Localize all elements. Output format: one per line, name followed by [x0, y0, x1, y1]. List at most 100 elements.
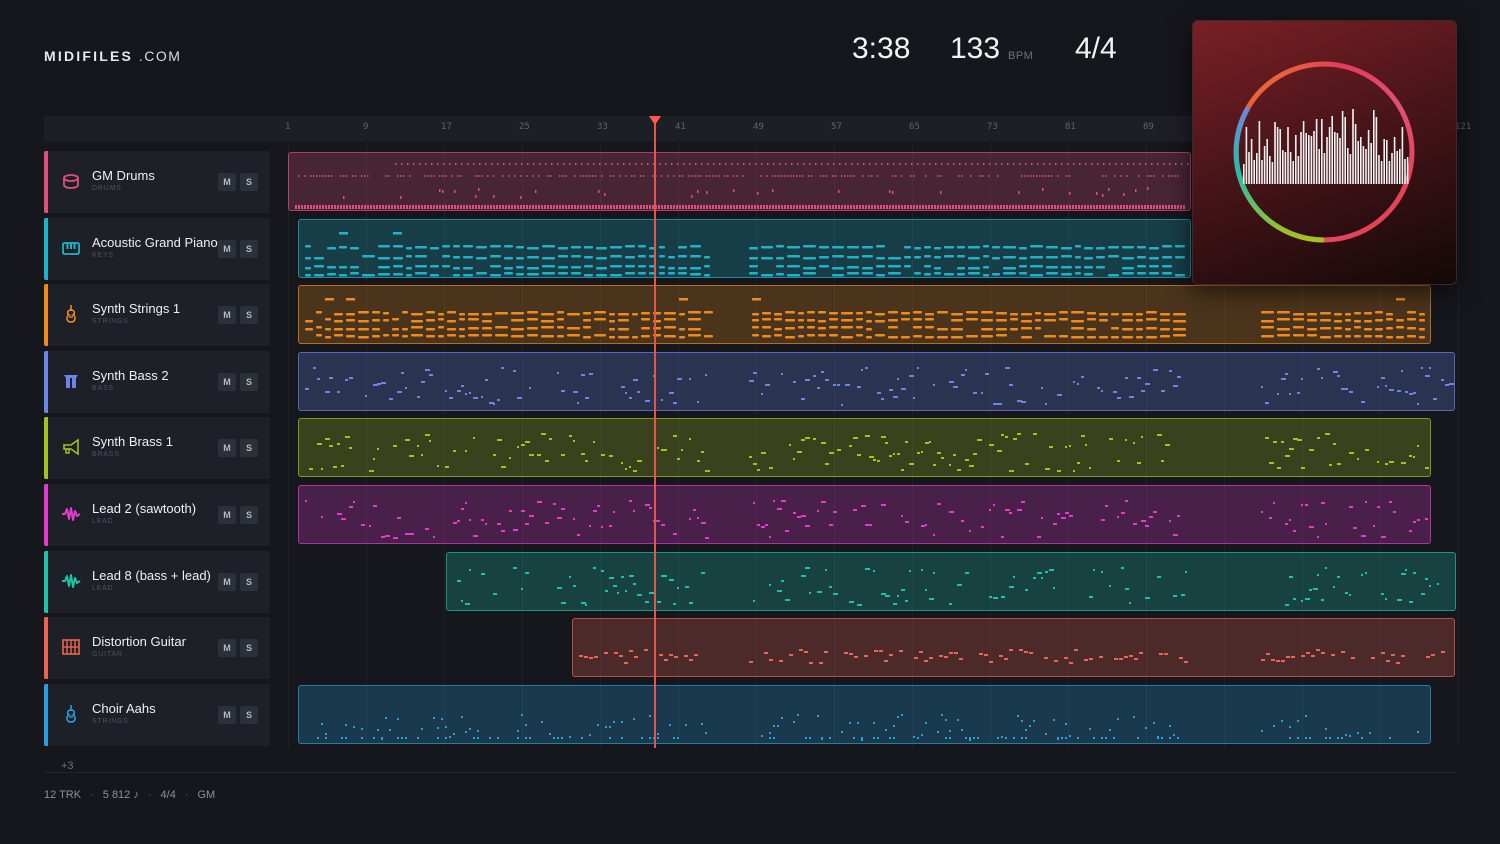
midi-clip[interactable] — [298, 218, 1191, 278]
footer-time-signature: 4/4 — [160, 789, 176, 801]
ruler-tick-label: 1 — [285, 122, 291, 132]
footer-stats: 12 TRK · 5 812 ♪ · 4/4 · GM — [44, 789, 215, 801]
solo-button[interactable]: S — [240, 639, 258, 658]
solo-button[interactable]: S — [240, 306, 258, 325]
track-name[interactable]: Lead 2 (sawtooth) — [92, 501, 196, 516]
track-color-stripe — [44, 550, 48, 613]
midi-clip[interactable] — [298, 684, 1431, 744]
track-header[interactable]: Synth Strings 1 STRINGS M S — [44, 284, 270, 347]
wave-icon — [60, 503, 82, 525]
ruler-tick-label: 89 — [1143, 122, 1154, 132]
track-name[interactable]: Distortion Guitar — [92, 634, 186, 649]
track-category: KEYS — [92, 251, 114, 259]
track-header[interactable]: Synth Bass 2 BASS M S — [44, 350, 270, 413]
time-signature-display: 4/4 — [1075, 32, 1117, 65]
mute-button[interactable]: M — [218, 506, 236, 524]
midi-clip[interactable] — [298, 285, 1431, 345]
time-display: 3:38 — [852, 32, 911, 65]
footer-divider — [44, 772, 1456, 773]
track-header[interactable]: Acoustic Grand Piano KEYS M S — [44, 217, 270, 280]
separator: · — [147, 789, 152, 801]
track-name[interactable]: Synth Bass 2 — [92, 368, 169, 383]
track-color-stripe — [44, 284, 48, 347]
ruler-tick-label: 57 — [831, 122, 842, 132]
note-pattern — [305, 366, 1454, 406]
grid-line — [288, 142, 289, 748]
separator: · — [90, 789, 94, 801]
midi-clip[interactable] — [446, 551, 1456, 611]
track-category: DRUMS — [92, 185, 122, 192]
visualizer-ring — [1233, 61, 1415, 243]
track-category: GUITAR — [92, 651, 123, 659]
grid-line — [1458, 142, 1459, 748]
track-header[interactable]: Lead 2 (sawtooth) LEAD M S — [44, 484, 270, 546]
trumpet-icon — [60, 436, 82, 458]
track-name[interactable]: Acoustic Grand Piano — [92, 235, 218, 250]
mute-button[interactable]: M — [218, 372, 236, 391]
solo-button[interactable]: S — [240, 372, 258, 391]
mute-button[interactable]: M — [218, 572, 236, 591]
guitar-icon — [60, 636, 82, 658]
mute-button[interactable]: M — [218, 173, 236, 191]
ruler-tick-label: 81 — [1065, 122, 1076, 132]
mute-button[interactable]: M — [218, 639, 236, 658]
track-header[interactable]: Synth Brass 1 BRASS M S — [44, 417, 270, 480]
mute-button[interactable]: M — [218, 239, 236, 258]
track-name[interactable]: GM Drums — [92, 168, 155, 183]
note-pattern — [305, 298, 1425, 339]
bpm-display: 133 — [950, 32, 1001, 65]
album-art — [1192, 20, 1457, 285]
track-color-stripe — [44, 151, 48, 213]
violin-icon — [60, 303, 82, 325]
note-pattern — [295, 163, 1189, 209]
separator: · — [184, 789, 189, 801]
note-pattern — [457, 566, 1439, 606]
site-logo[interactable]: MIDIFILES .COM — [44, 48, 181, 64]
solo-button[interactable]: S — [240, 439, 258, 458]
bass-icon — [60, 370, 82, 392]
track-header[interactable]: Distortion Guitar GUITAR M S — [44, 617, 270, 680]
logo-main: MIDIFILES — [44, 48, 134, 64]
track-color-stripe — [44, 683, 48, 746]
note-pattern — [305, 231, 1185, 277]
midi-standard: GM — [197, 789, 216, 801]
playhead-marker[interactable] — [649, 116, 661, 125]
more-tracks-indicator[interactable]: +3 — [61, 760, 74, 772]
solo-button[interactable]: S — [240, 173, 258, 191]
midi-clip[interactable] — [298, 485, 1431, 544]
solo-button[interactable]: S — [240, 506, 258, 524]
solo-button[interactable]: S — [240, 572, 258, 591]
piano-icon — [60, 237, 82, 259]
ruler-tick-label: 65 — [909, 122, 920, 132]
midi-clip[interactable] — [298, 418, 1431, 478]
playhead[interactable] — [654, 120, 656, 748]
violin-icon — [60, 703, 82, 725]
midi-clip[interactable] — [572, 618, 1455, 678]
track-color-stripe — [44, 217, 48, 280]
track-color-stripe — [44, 350, 48, 413]
note-pattern — [305, 500, 1428, 539]
midi-clip[interactable] — [298, 351, 1455, 411]
ruler-tick-label: 25 — [519, 122, 530, 132]
ruler-tick-label: 9 — [363, 122, 369, 132]
midi-clip[interactable] — [288, 152, 1191, 211]
mute-button[interactable]: M — [218, 439, 236, 458]
track-category: LEAD — [92, 584, 114, 592]
track-name[interactable]: Synth Brass 1 — [92, 434, 173, 449]
track-header[interactable]: GM Drums DRUMS M S — [44, 151, 270, 213]
solo-button[interactable]: S — [240, 705, 258, 724]
track-name[interactable]: Lead 8 (bass + lead) — [92, 568, 211, 583]
note-pattern — [317, 713, 1419, 741]
mute-button[interactable]: M — [218, 705, 236, 724]
ruler-tick-label: 33 — [597, 122, 608, 132]
mute-button[interactable]: M — [218, 306, 236, 325]
note-pattern — [309, 433, 1429, 473]
track-header[interactable]: Lead 8 (bass + lead) LEAD M S — [44, 550, 270, 613]
track-name[interactable]: Choir Aahs — [92, 701, 156, 716]
track-name[interactable]: Synth Strings 1 — [92, 301, 180, 316]
ruler-tick-label: 41 — [675, 122, 686, 132]
track-header[interactable]: Choir Aahs STRINGS M S — [44, 683, 270, 746]
track-category: BRASS — [92, 451, 120, 459]
track-color-stripe — [44, 417, 48, 480]
solo-button[interactable]: S — [240, 239, 258, 258]
